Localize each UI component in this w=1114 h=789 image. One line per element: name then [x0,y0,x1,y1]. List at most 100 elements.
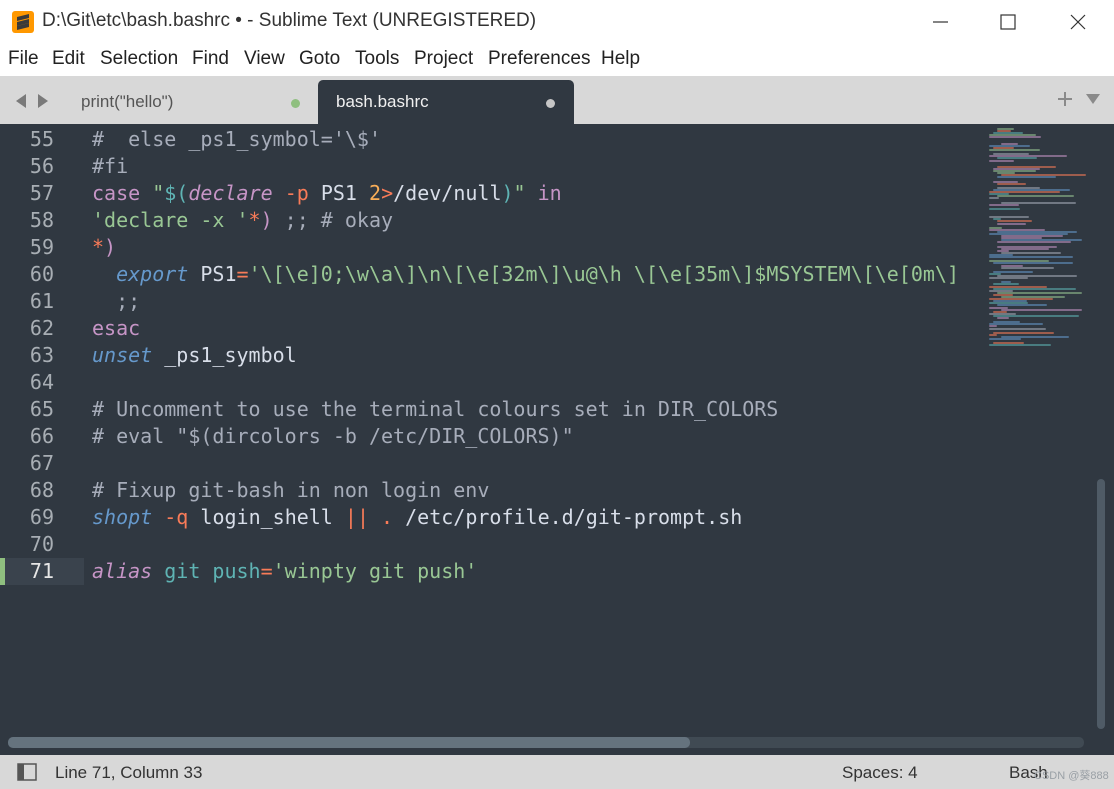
code-line[interactable]: # else _ps1_symbol='\$' [92,126,381,153]
menu-help[interactable]: Help [601,48,640,70]
code-token: = [260,559,273,583]
maximize-icon [1000,14,1016,30]
menu-preferences[interactable]: Preferences [488,48,590,70]
cursor-position: Line 71, Column 33 [55,763,203,782]
code-line[interactable]: 'declare -x '*) ;; # okay [92,207,393,234]
minimap-line [989,333,997,336]
code-token: > [381,181,394,205]
tab-tools [1056,88,1102,112]
code-token: login_shell [188,505,345,529]
line-number: 69 [29,505,54,529]
minimap-line [989,207,1020,210]
tab-bash-bashrc[interactable]: bash.bashrc [318,80,574,124]
code-token: /etc/profile.d/git-prompt.sh [393,505,743,529]
code-token: git push [152,559,261,583]
code-line[interactable]: esac [92,315,140,342]
minimap-line [989,136,1041,139]
line-number: 68 [29,478,54,502]
code-token: " [152,181,165,205]
code-line[interactable]: # eval "$(dircolors -b /etc/DIR_COLORS)" [92,423,574,450]
maximize-button[interactable] [973,0,1043,44]
code-view[interactable]: # else _ps1_symbol='\$' #fi case "$(declar… [92,124,984,738]
close-button[interactable] [1043,0,1113,44]
code-token: ) [104,235,117,259]
code-line[interactable]: *) [92,234,116,261]
window-title: D:\Git\etc\bash.bashrc • - Sublime Text … [42,10,537,31]
code-line[interactable]: #fi [92,153,128,180]
line-number-gutter: 55 56 57 58 59 60 61 62 63 64 65 66 67 68 69 70 71 [0,124,84,738]
modified-dot-icon[interactable] [291,99,300,108]
code-token: ;; [92,289,141,313]
code-token: alias [92,559,153,583]
code-token: declare [188,181,273,205]
editor-area[interactable]: 55 56 57 58 59 60 61 62 63 64 65 66 67 68 69 70 71 # els… [0,124,1114,738]
minimap-line [997,222,1026,225]
code-token: * [92,235,105,259]
tab-nav-arrows[interactable] [14,92,54,110]
code-token: 2 [369,181,382,205]
horizontal-scrollbar-thumb[interactable] [8,737,690,748]
arrow-left-right-icon [16,94,48,108]
minimap-line [997,176,1056,179]
code-line[interactable]: export PS1='\[\e]0;\w\a\]\n\[\e[32m\]\u@… [92,261,959,288]
menu-file[interactable]: File [8,48,39,70]
menu-find[interactable]: Find [192,48,229,70]
code-token: PS1 [188,262,237,286]
line-number: 58 [29,208,54,232]
modified-dot-icon[interactable] [546,99,555,108]
menu-edit[interactable]: Edit [52,48,85,70]
code-token: $( [164,181,189,205]
code-token: esac [92,316,141,340]
panel-toggle-icon[interactable] [17,763,37,781]
tab-print-hello[interactable]: print("hello") [66,80,318,124]
indentation-setting[interactable]: Spaces: 4 [842,763,918,783]
title-bar: D:\Git\etc\bash.bashrc • - Sublime Text … [0,0,1114,44]
chevron-down-icon[interactable] [1086,94,1100,104]
minimize-button[interactable] [904,0,974,44]
code-token: shopt [92,505,153,529]
line-number: 61 [29,289,54,313]
code-line[interactable]: shopt -q login_shell || . /etc/profile.d… [92,504,742,531]
code-token: -p [284,181,309,205]
code-token: unset [92,343,153,367]
minimap[interactable] [985,124,1095,738]
menu-goto[interactable]: Goto [299,48,340,70]
close-icon [1070,14,1086,30]
code-token: export [116,262,189,286]
minimap-line [989,338,1021,340]
code-line[interactable]: unset _ps1_symbol [92,342,297,369]
code-token: ;; # okay [272,208,394,232]
code-token: case [92,181,141,205]
code-token: * [248,208,261,232]
line-number: 59 [29,235,54,259]
minimap-line [989,277,1028,280]
code-line[interactable]: case "$(declare -p PS1 2>/dev/null)" in [92,180,562,207]
minimap-line [997,317,1009,319]
code-line[interactable]: # Fixup git-bash in non login env [92,477,489,504]
code-token: 'winpty git push' [272,559,478,583]
code-line[interactable]: alias git push='winpty git push' [92,558,477,585]
status-bar: Line 71, Column 33 Spaces: 4 Bash CSDN @… [0,755,1114,789]
plus-icon[interactable] [1058,92,1072,106]
line-number: 66 [29,424,54,448]
minimap-line [989,159,1014,162]
code-token: /dev/null [393,181,502,205]
menu-tools[interactable]: Tools [355,48,399,70]
code-token: 'declare -x ' [92,208,249,232]
menu-view[interactable]: View [244,48,285,70]
code-token: # Uncomment to use the terminal colours … [92,397,779,421]
line-number: 65 [29,397,54,421]
minimap-line [989,327,1046,330]
menu-selection[interactable]: Selection [100,48,178,70]
code-line[interactable]: # Uncomment to use the terminal colours … [92,396,778,423]
code-token: ) [260,208,273,232]
menu-project[interactable]: Project [414,48,473,70]
vertical-scrollbar[interactable] [1097,479,1105,729]
tab-label: print("hello") [81,92,174,111]
code-line[interactable]: ;; [92,288,140,315]
code-token: _ps1_symbol [152,343,297,367]
